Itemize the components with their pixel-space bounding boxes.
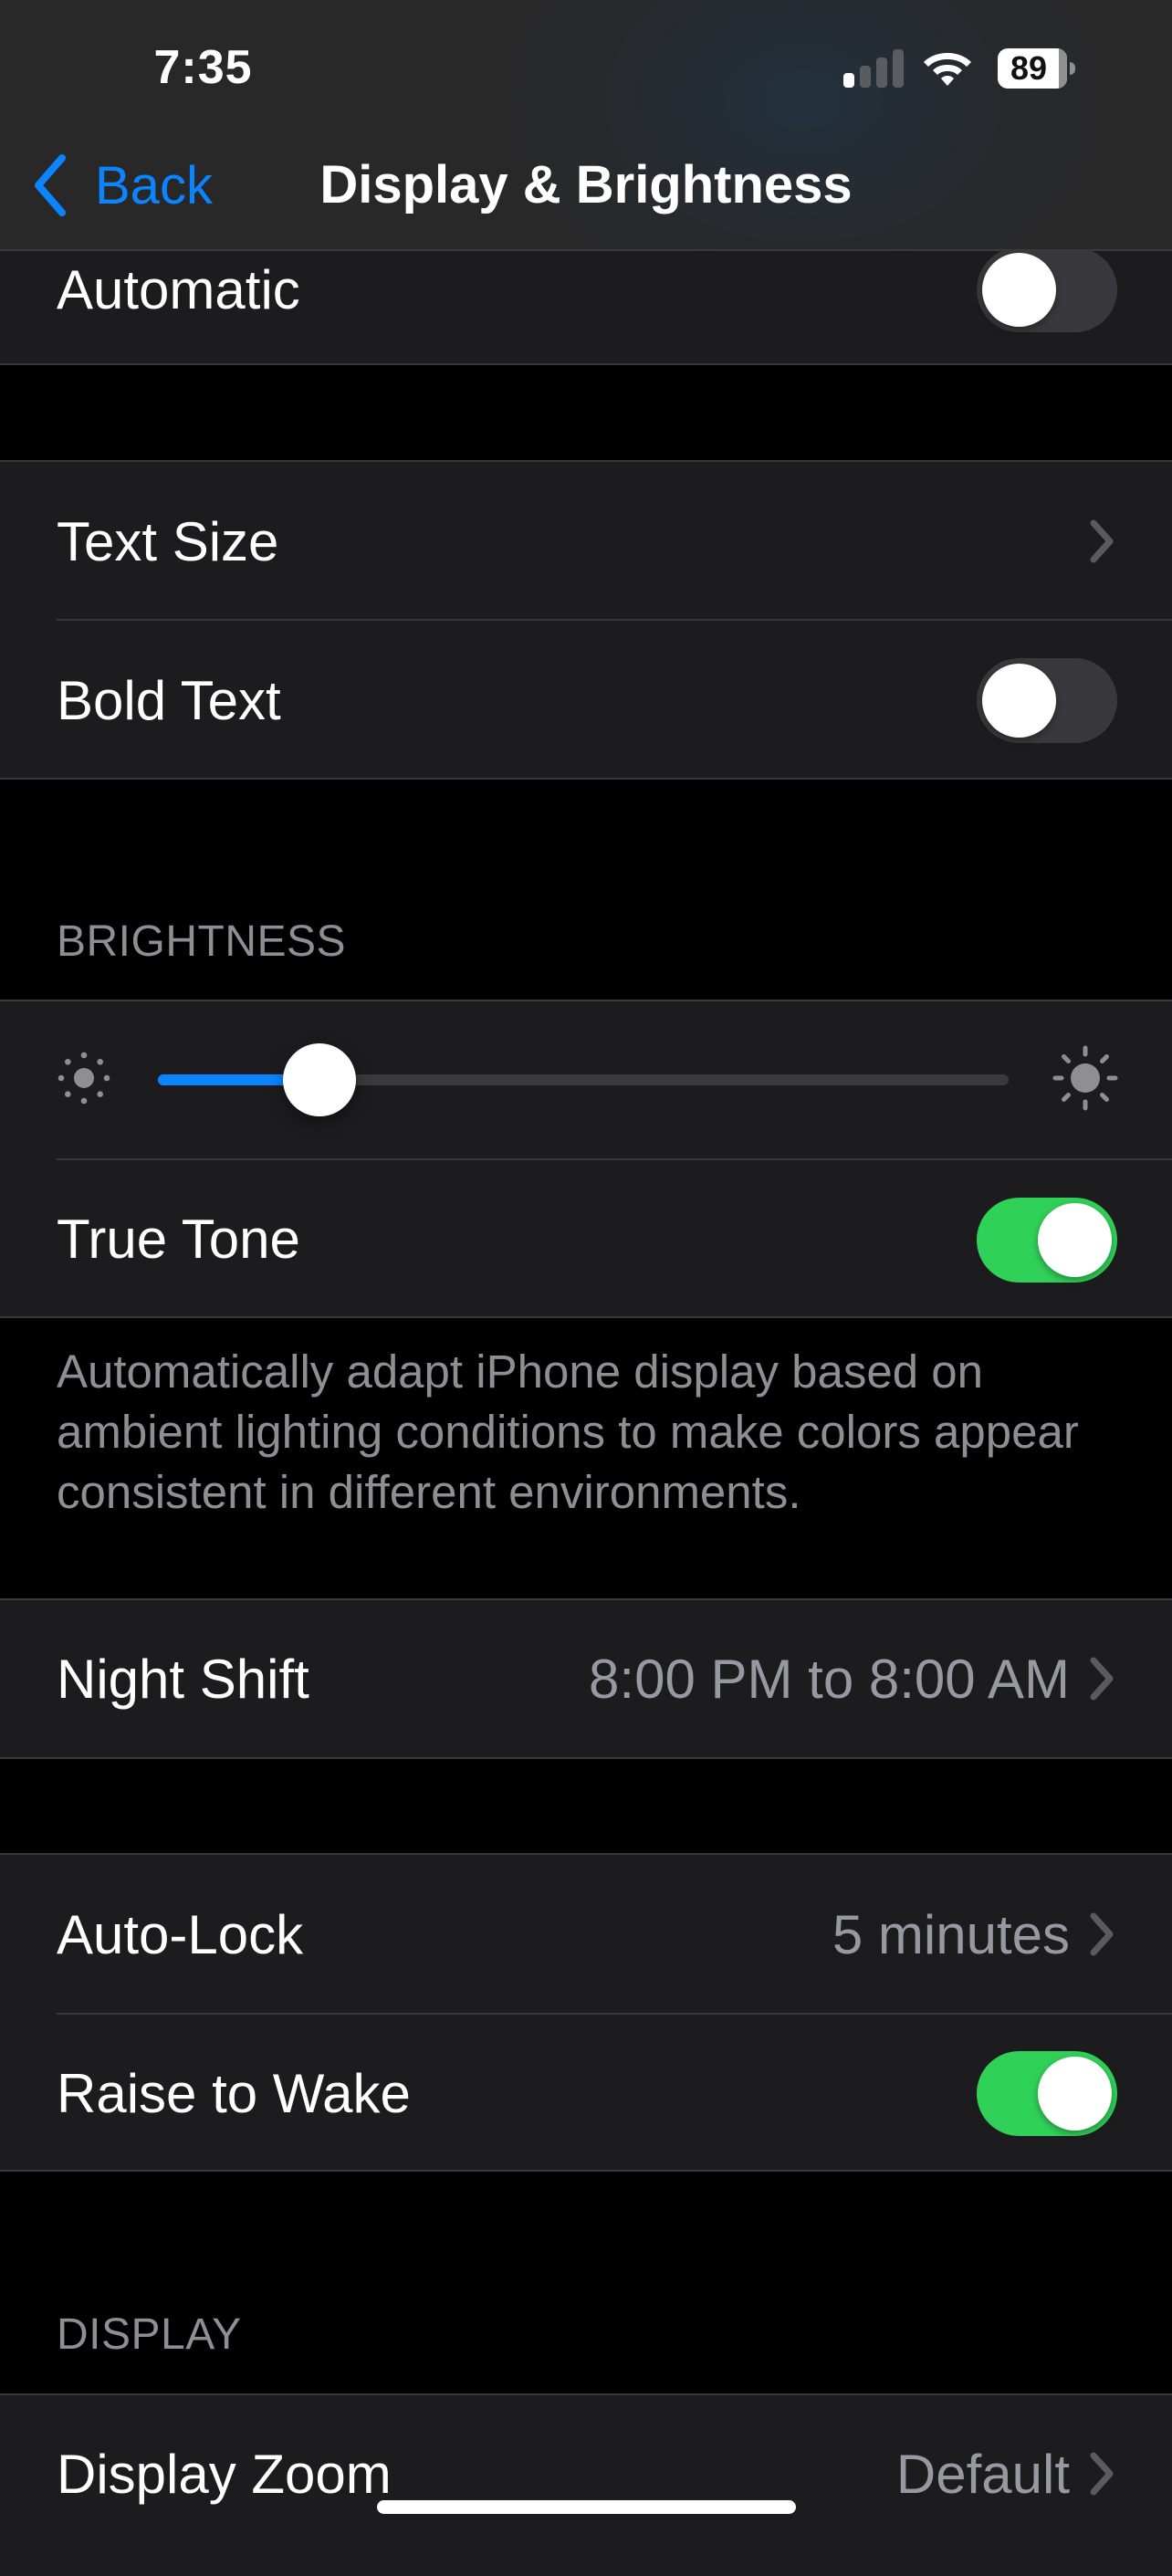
- text-size-label: Text Size: [57, 510, 279, 572]
- true-tone-toggle[interactable]: [977, 1197, 1117, 1283]
- signal-bar: [843, 73, 854, 88]
- display-zoom-row[interactable]: Display Zoom Default: [0, 2395, 1172, 2552]
- chevron-right-icon: [1090, 2452, 1114, 2496]
- display-zoom-value: Default: [895, 2443, 1070, 2505]
- night-shift-row[interactable]: Night Shift 8:00 PM to 8:00 AM: [0, 1600, 1172, 1757]
- raise-to-wake-toggle[interactable]: [977, 2051, 1117, 2136]
- auto-lock-value: 5 minutes: [832, 1903, 1070, 1965]
- raise-to-wake-row: Raise to Wake: [0, 2015, 1172, 2172]
- back-button[interactable]: Back: [27, 146, 213, 225]
- signal-bar: [893, 49, 904, 88]
- text-group: Text Size Bold Text: [0, 460, 1172, 780]
- true-tone-label: True Tone: [57, 1209, 300, 1270]
- battery-percent: 89: [1010, 49, 1048, 87]
- automatic-toggle[interactable]: [977, 247, 1117, 332]
- brightness-slider-row: [0, 1001, 1172, 1158]
- home-indicator[interactable]: [377, 2500, 796, 2514]
- night-shift-label: Night Shift: [57, 1648, 309, 1710]
- bold-text-row: Bold Text: [0, 621, 1172, 780]
- cellular-signal-icon: [843, 49, 904, 88]
- brightness-slider[interactable]: [158, 1043, 1009, 1116]
- automatic-label: Automatic: [57, 258, 300, 320]
- true-tone-footer: Automatically adapt iPhone display based…: [57, 1346, 1079, 1518]
- true-tone-row: True Tone: [0, 1160, 1172, 1318]
- bold-text-label: Bold Text: [57, 669, 281, 731]
- text-size-row[interactable]: Text Size: [0, 462, 1172, 621]
- chevron-left-icon: [35, 154, 66, 216]
- display-zoom-label: Display Zoom: [57, 2443, 392, 2505]
- display-group: Display Zoom Default: [0, 2393, 1172, 2576]
- navigation-bar: 7:35 89 Display & Brightness Back: [0, 0, 1172, 251]
- chevron-right-icon: [1090, 1912, 1114, 1956]
- wifi-icon: [922, 47, 973, 88]
- brightness-section-header: BRIGHTNESS: [57, 917, 347, 966]
- chevron-right-icon: [1090, 1657, 1114, 1701]
- display-section-header: DISPLAY: [57, 2310, 242, 2359]
- sun-min-icon: [58, 1052, 110, 1105]
- battery-icon: 89: [998, 48, 1075, 89]
- bold-text-toggle[interactable]: [977, 658, 1117, 743]
- status-time: 7:35: [153, 41, 253, 94]
- chevron-right-icon: [1090, 519, 1114, 563]
- signal-bar: [860, 66, 871, 88]
- raise-to-wake-label: Raise to Wake: [57, 2062, 411, 2124]
- night-shift-group: Night Shift 8:00 PM to 8:00 AM: [0, 1598, 1172, 1759]
- back-label: Back: [95, 155, 213, 215]
- automatic-row: Automatic: [0, 239, 1172, 340]
- night-shift-value: 8:00 PM to 8:00 AM: [589, 1648, 1070, 1710]
- brightness-slider-thumb[interactable]: [283, 1043, 357, 1116]
- lock-group: Auto-Lock 5 minutes Raise to Wake: [0, 1853, 1172, 2172]
- auto-lock-row[interactable]: Auto-Lock 5 minutes: [0, 1855, 1172, 2014]
- brightness-group: True Tone: [0, 1000, 1172, 1318]
- sun-max-icon: [1052, 1045, 1118, 1111]
- signal-bar: [876, 58, 887, 88]
- auto-lock-label: Auto-Lock: [57, 1903, 304, 1965]
